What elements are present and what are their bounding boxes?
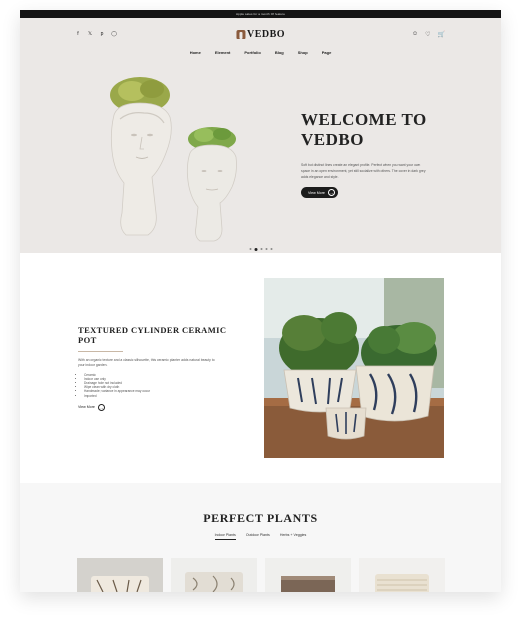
slider-dots [249, 247, 272, 251]
main-nav: Home Element Portfolio Blog Shop Page [20, 50, 501, 55]
feature-title: TEXTURED CYLINDER CERAMIC POT [78, 325, 227, 345]
logo-text: VEDBO [246, 29, 286, 40]
announcement-text: Apple sales for a month Of feature [235, 12, 286, 16]
title-divider [78, 351, 123, 352]
hero-section: f 𝕏 p ◯ VEDBO ☺ ♡ 🛒 Home Element Portfol… [20, 18, 501, 253]
feature-section: TEXTURED CYLINDER CERAMIC POT With an or… [20, 253, 501, 483]
tab-outdoor-plants[interactable]: Outdoor Plants [246, 533, 270, 540]
nav-item-shop[interactable]: Shop [298, 50, 308, 55]
feature-text-block: TEXTURED CYLINDER CERAMIC POT With an or… [78, 325, 238, 411]
twitter-icon[interactable]: 𝕏 [87, 31, 93, 37]
facebook-icon[interactable]: f [75, 31, 81, 37]
feature-description: With an organic texture and a classic si… [78, 357, 215, 367]
site-logo[interactable]: VEDBO [235, 29, 286, 40]
hero-button-label: View More [308, 190, 325, 195]
plants-title: PERFECT PLANTS [203, 511, 318, 525]
page-frame: Apple sales for a month Of feature f 𝕏 p… [20, 10, 501, 592]
nav-item-page[interactable]: Page [322, 50, 332, 55]
product-card[interactable] [77, 558, 163, 592]
tab-herbs-veggies[interactable]: Herbs + Veggies [280, 533, 306, 540]
nav-item-element[interactable]: Element [215, 50, 231, 55]
product-card[interactable] [171, 558, 257, 592]
hero-view-more-button[interactable]: View More → [301, 187, 338, 198]
heart-icon[interactable]: ♡ [425, 31, 430, 38]
pinterest-icon[interactable]: p [99, 31, 105, 37]
announcement-bar: Apple sales for a month Of feature [20, 10, 501, 18]
hero-text-block: WELCOME TO VEDBO Soft but distinct lines… [301, 110, 441, 199]
arrow-right-icon: → [327, 189, 335, 196]
logo-mark-icon [235, 30, 245, 39]
slider-dot[interactable] [249, 248, 251, 250]
cart-icon[interactable]: 🛒 [438, 31, 445, 38]
product-grid [77, 558, 445, 592]
instagram-icon[interactable]: ◯ [111, 31, 117, 37]
nav-item-home[interactable]: Home [190, 50, 201, 55]
nav-item-blog[interactable]: Blog [275, 50, 284, 55]
hero-description: Soft but distinct lines create an elegan… [301, 163, 426, 179]
header-actions: ☺ ♡ 🛒 [412, 31, 445, 38]
tab-indoor-plants[interactable]: Indoor Plants [214, 533, 236, 540]
slider-dot[interactable] [270, 248, 272, 250]
user-icon[interactable]: ☺ [412, 31, 418, 38]
social-links: f 𝕏 p ◯ [75, 31, 117, 37]
feature-view-more-link[interactable]: View More → [78, 403, 238, 411]
site-header: f 𝕏 p ◯ VEDBO ☺ ♡ 🛒 Home Element Portfol… [20, 18, 501, 58]
view-more-label: View More [78, 405, 95, 410]
perfect-plants-section: PERFECT PLANTS Indoor Plants Outdoor Pla… [20, 483, 501, 592]
slider-dot[interactable] [265, 248, 267, 250]
slider-dot[interactable] [260, 248, 262, 250]
product-card[interactable] [265, 558, 351, 592]
feature-list: Ceramic Indoor use only Drainage hole no… [78, 373, 238, 398]
slider-dot-active[interactable] [254, 247, 257, 251]
product-card[interactable] [359, 558, 445, 592]
hero-title: WELCOME TO VEDBO [301, 110, 427, 149]
arrow-right-icon: → [97, 403, 105, 411]
nav-item-portfolio[interactable]: Portfolio [244, 50, 260, 55]
ceramic-pots-photo [264, 278, 444, 458]
plants-tabs: Indoor Plants Outdoor Plants Herbs + Veg… [20, 533, 501, 540]
hero-statue-planters-image [110, 77, 237, 242]
list-item: Imported [84, 394, 238, 398]
